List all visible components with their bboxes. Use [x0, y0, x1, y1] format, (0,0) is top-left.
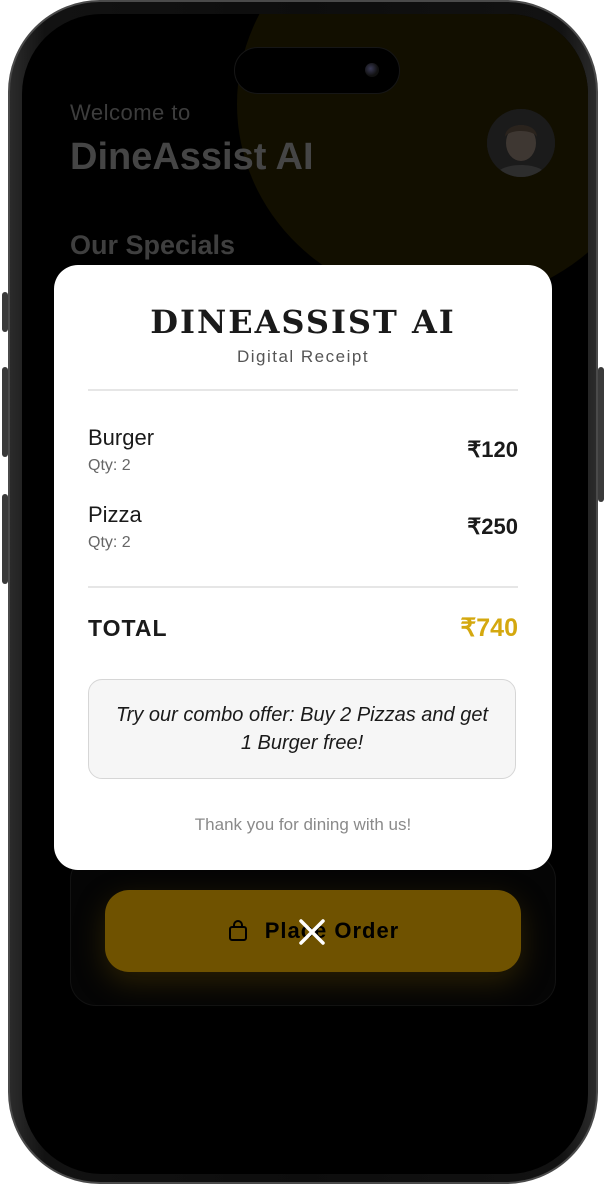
divider	[88, 586, 518, 588]
total-value: ₹740	[460, 614, 518, 642]
app-title: DineAssist AI	[70, 136, 314, 178]
welcome-text: Welcome to	[70, 100, 191, 125]
action-button	[2, 292, 8, 332]
divider	[88, 389, 518, 391]
receipt-subtitle: Digital Receipt	[236, 347, 370, 366]
user-avatar-icon	[487, 109, 555, 177]
thank-you-text: Thank you for dining with us!	[194, 815, 412, 834]
item-quantity: Qty: 2	[88, 534, 131, 551]
item-name: Pizza	[88, 502, 142, 527]
item-price: ₹250	[467, 514, 518, 539]
specials-heading: Our Specials	[70, 230, 236, 260]
camera-icon	[365, 63, 379, 77]
combo-offer-box: Try our combo offer: Buy 2 Pizzas and ge…	[88, 679, 516, 779]
combo-offer-text: Try our combo offer: Buy 2 Pizzas and ge…	[115, 704, 489, 754]
item-name: Burger	[88, 425, 155, 450]
receipt-modal: DINEASSIST AI Digital Receipt Burger Qty…	[54, 265, 552, 870]
total-label: TOTAL	[88, 615, 168, 641]
close-icon	[299, 919, 325, 945]
receipt-brand: DINEASSIST AI	[150, 303, 456, 341]
power-button	[598, 367, 604, 502]
close-button[interactable]	[296, 916, 328, 948]
volume-up-button	[2, 367, 8, 457]
avatar[interactable]	[487, 109, 555, 177]
item-price: ₹120	[467, 437, 518, 462]
dynamic-island	[234, 47, 400, 94]
item-quantity: Qty: 2	[88, 457, 131, 474]
shopping-bag-icon	[228, 920, 247, 941]
place-order-label: Place Order	[264, 918, 400, 943]
volume-down-button	[2, 494, 8, 584]
